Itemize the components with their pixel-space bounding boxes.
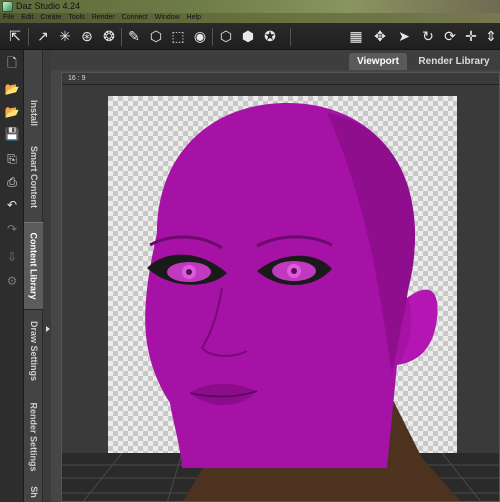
camera-pan-icon[interactable]: ✛	[461, 26, 481, 46]
figure-head-render	[62, 103, 499, 501]
tab-viewport[interactable]: Viewport	[349, 53, 407, 70]
redo-icon[interactable]: ↷	[3, 220, 21, 238]
main-toolbar: ⇱ ↗ ✳ ⊛ ❂ ✎ ⬡ ⬚ ◉ ⬡ ⬢ ✪ ▦ ✥ ➤ ↻ ⟳ ✛ ⇕	[0, 23, 500, 50]
app-logo-icon	[2, 1, 13, 12]
viewport-pane: Viewport Render Library 16 : 9	[51, 50, 500, 502]
tab-label: Sh	[28, 486, 39, 498]
tab-render-settings[interactable]: Render Settings	[24, 395, 43, 479]
undo-icon[interactable]: ↶	[3, 196, 21, 214]
tab-label: Render Settings	[28, 402, 39, 472]
joint-editor-icon[interactable]: ✎	[124, 26, 144, 46]
spot-render-icon[interactable]: ⬡	[216, 26, 236, 46]
menu-file[interactable]: File	[3, 13, 14, 23]
menu-connect[interactable]: Connect	[122, 13, 148, 23]
menu-bar: File Edit Create Tools Render Connect Wi…	[0, 13, 500, 23]
pane-tab-bar: Viewport Render Library	[51, 50, 500, 70]
save-icon[interactable]: 💾	[3, 125, 21, 143]
tab-shaping[interactable]: Sh	[24, 482, 43, 502]
daz-studio-window: Daz Studio 4.24 File Edit Create Tools R…	[0, 0, 500, 502]
collapse-arrow-icon[interactable]	[46, 326, 50, 332]
translate-icon[interactable]: ↗	[33, 26, 53, 46]
rotate-icon[interactable]: ✳	[55, 26, 75, 46]
tab-render-library[interactable]: Render Library	[411, 53, 497, 70]
render-icon[interactable]: ⇩	[3, 248, 21, 266]
surface-selection-icon[interactable]: ⬚	[168, 26, 188, 46]
geometry-editor-icon[interactable]: ⬡	[146, 26, 166, 46]
open-icon[interactable]: 📂	[3, 80, 21, 98]
camera-orbit-icon[interactable]: ↻	[418, 26, 438, 46]
pointer-icon[interactable]: ➤	[394, 26, 414, 46]
menu-tools[interactable]: Tools	[68, 13, 84, 23]
render-settings-icon[interactable]: ⚙	[3, 272, 21, 290]
scale-icon[interactable]: ⊛	[77, 26, 97, 46]
new-scene-icon[interactable]: 🗋	[3, 55, 21, 73]
3d-viewport[interactable]: 16 : 9	[61, 72, 500, 502]
universal-icon[interactable]: ❂	[99, 26, 119, 46]
camera-dolly-icon[interactable]: ⇕	[481, 26, 500, 46]
menu-help[interactable]: Help	[187, 13, 201, 23]
left-action-bar: 🗋 📂 📂 💾 ⎘ ⎙ ↶ ↷ ⇩ ⚙	[0, 50, 24, 502]
tab-label: Content Library	[28, 232, 39, 300]
menu-render[interactable]: Render	[92, 13, 115, 23]
toolbar-divider	[121, 28, 122, 46]
tab-label: Install	[28, 99, 39, 127]
morph-icon[interactable]: ⬢	[238, 26, 258, 46]
tab-label: Smart Content	[28, 145, 39, 209]
menu-window[interactable]: Window	[155, 13, 180, 23]
export-icon[interactable]: ⎙	[3, 173, 21, 191]
tab-smart-content[interactable]: Smart Content	[24, 134, 43, 220]
import-icon[interactable]: ⎘	[3, 150, 21, 168]
pane-splitter[interactable]	[43, 50, 51, 502]
center-icon[interactable]: ✥	[370, 26, 390, 46]
window-title: Daz Studio 4.24	[16, 1, 81, 11]
merge-icon[interactable]: 📂	[3, 103, 21, 121]
tab-draw-settings[interactable]: Draw Settings	[24, 312, 43, 390]
primitive-icon[interactable]: ✪	[260, 26, 280, 46]
toolbar-divider	[290, 28, 291, 46]
menu-edit[interactable]: Edit	[21, 13, 33, 23]
side-tab-bar: Install Smart Content Content Library Dr…	[24, 50, 43, 502]
tab-label: Draw Settings	[28, 320, 39, 382]
menu-create[interactable]: Create	[40, 13, 61, 23]
toolbar-divider	[212, 28, 213, 46]
toolbar-divider	[28, 28, 29, 46]
align-icon[interactable]: ▦	[346, 26, 366, 46]
camera-rotate-icon[interactable]: ⟳	[440, 26, 460, 46]
node-selection-icon[interactable]: ⇱	[5, 26, 25, 46]
title-bar: Daz Studio 4.24	[0, 0, 500, 13]
tab-content-library[interactable]: Content Library	[24, 222, 43, 310]
region-navigator-icon[interactable]: ◉	[190, 26, 210, 46]
